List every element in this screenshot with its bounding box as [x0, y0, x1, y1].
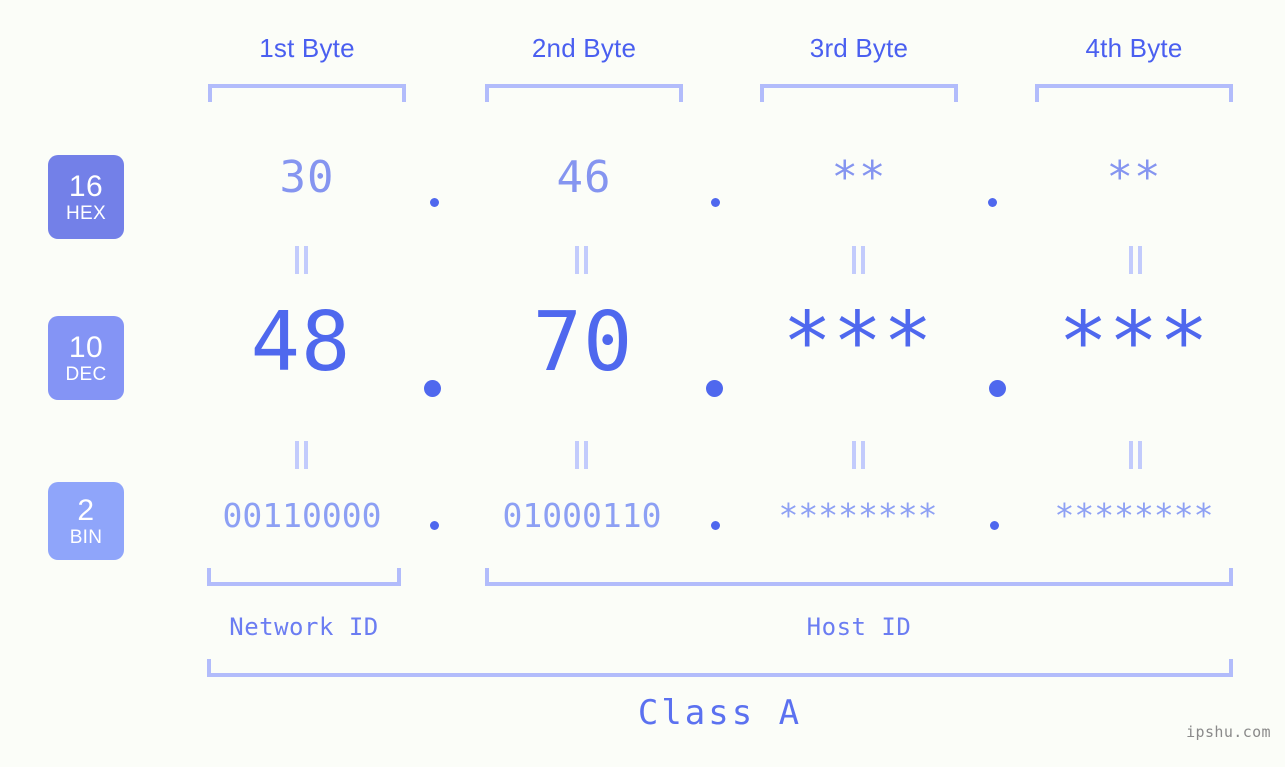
base-badge-hex-number: 16: [68, 169, 104, 203]
hex-value-byte-1: 30: [279, 152, 335, 203]
byte-bracket-4: [1035, 84, 1233, 102]
dec-value-byte-1: 48: [250, 295, 352, 390]
class-bracket: [207, 659, 1233, 677]
equals-mark-hex-dec-2: [574, 246, 590, 274]
bin-value-byte-1: 00110000: [222, 496, 382, 535]
hex-value-byte-3: **: [831, 152, 887, 203]
base-badge-dec-label: DEC: [65, 363, 107, 385]
equals-mark-hex-dec-3: [851, 246, 867, 274]
dec-value-byte-2: 70: [532, 295, 634, 390]
hex-separator-dot-3: [988, 198, 997, 207]
base-badge-bin-label: BIN: [69, 526, 103, 548]
bin-value-byte-3: ********: [778, 496, 938, 535]
byte-header-2: 2nd Byte: [531, 33, 637, 63]
dec-separator-dot-3: [989, 380, 1006, 397]
equals-mark-hex-dec-1: [294, 246, 310, 274]
dec-separator-dot-2: [706, 380, 723, 397]
ip-byte-breakdown-diagram: 1st Byte 2nd Byte 3rd Byte 4th Byte 16 H…: [0, 0, 1285, 767]
dec-separator-dot-1: [424, 380, 441, 397]
dec-value-byte-4: ***: [1058, 295, 1210, 390]
base-badge-dec: 10 DEC: [48, 316, 124, 400]
byte-header-4: 4th Byte: [1085, 33, 1183, 63]
network-id-label: Network ID: [229, 613, 379, 641]
bin-value-byte-2: 01000110: [502, 496, 662, 535]
class-label: Class A: [637, 693, 803, 733]
bin-separator-dot-3: [990, 521, 999, 530]
hex-separator-dot-2: [711, 198, 720, 207]
byte-header-1: 1st Byte: [259, 33, 355, 63]
bin-separator-dot-2: [711, 521, 720, 530]
equals-mark-dec-bin-4: [1128, 441, 1144, 469]
hex-separator-dot-1: [430, 198, 439, 207]
byte-bracket-3: [760, 84, 958, 102]
byte-bracket-1: [208, 84, 406, 102]
base-badge-bin-number: 2: [77, 493, 95, 527]
base-badge-hex-label: HEX: [66, 202, 106, 224]
equals-mark-dec-bin-1: [294, 441, 310, 469]
host-id-label: Host ID: [806, 613, 912, 641]
byte-bracket-2: [485, 84, 683, 102]
dec-value-byte-3: ***: [782, 295, 934, 390]
site-watermark: ipshu.com: [1186, 723, 1271, 741]
network-id-bracket: [207, 568, 401, 586]
equals-mark-hex-dec-4: [1128, 246, 1144, 274]
base-badge-dec-number: 10: [68, 330, 104, 364]
equals-mark-dec-bin-3: [851, 441, 867, 469]
hex-value-byte-4: **: [1106, 152, 1162, 203]
equals-mark-dec-bin-2: [574, 441, 590, 469]
byte-header-3: 3rd Byte: [809, 33, 909, 63]
bin-separator-dot-1: [430, 521, 439, 530]
bin-value-byte-4: ********: [1054, 496, 1214, 535]
host-id-bracket: [485, 568, 1233, 586]
base-badge-bin: 2 BIN: [48, 482, 124, 560]
base-badge-hex: 16 HEX: [48, 155, 124, 239]
hex-value-byte-2: 46: [556, 152, 612, 203]
